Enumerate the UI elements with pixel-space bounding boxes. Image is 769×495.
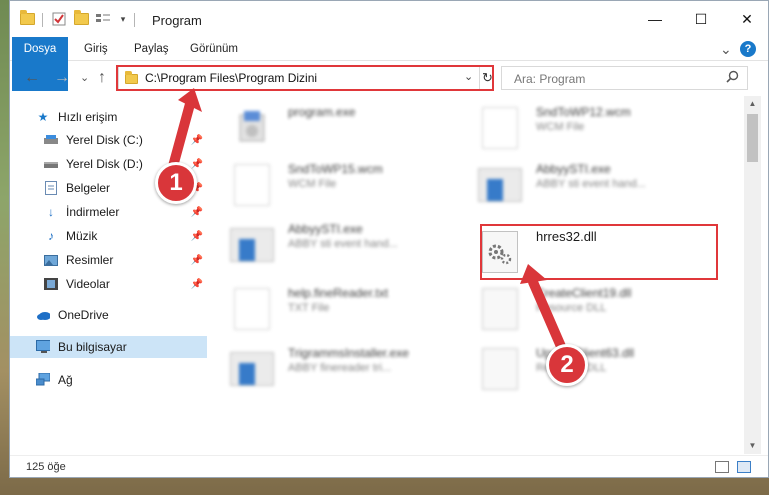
callout-arrow-1 [167, 88, 571, 363]
callout-badge-2: 2 [546, 344, 588, 386]
callout-badge-1: 1 [155, 162, 197, 204]
